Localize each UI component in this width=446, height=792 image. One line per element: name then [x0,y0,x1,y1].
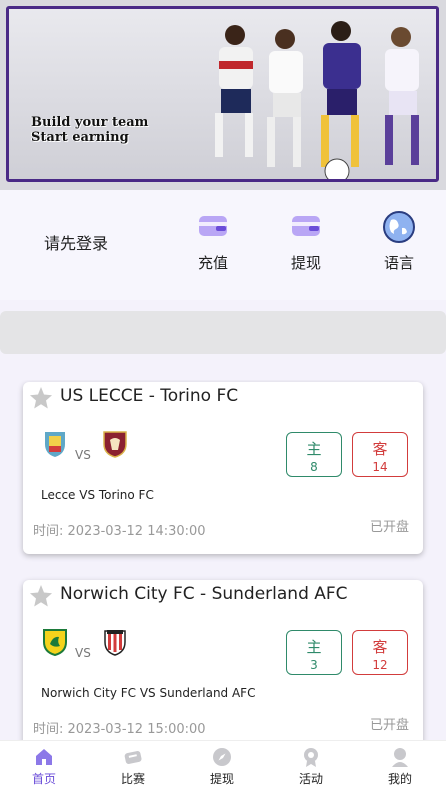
home-odds-button[interactable]: 主 8 [286,432,342,477]
tab-matches[interactable]: 比赛 [103,747,163,787]
tab-activity-label: 活动 [298,772,323,786]
account-panel: 请先登录 充值 提现 语言 [0,190,446,300]
favorite-star-icon[interactable] [29,386,53,410]
away-odds-button[interactable]: 客 12 [352,630,408,675]
norwich-logo-icon [43,629,67,656]
tab-withdraw-label: 提现 [209,772,234,786]
tab-activity[interactable]: 活动 [281,747,341,787]
match-teams: Norwich City FC VS Sunderland AFC [41,686,256,700]
match-status: 已开盘 [369,520,409,535]
away-odds-button[interactable]: 客 14 [352,432,408,477]
home-odds-label: 主 [306,440,322,458]
compass-icon [213,748,231,766]
tab-matches-label: 比赛 [120,772,145,786]
football-players-illustration [215,21,419,179]
notice-bar[interactable] [0,311,446,354]
tab-mine-label: 我的 [387,772,412,786]
away-odds-label: 客 [372,440,388,458]
home-odds-button[interactable]: 主 3 [286,630,342,675]
torino-logo-icon [103,431,127,458]
match-title: Norwich City FC - Sunderland AFC [60,584,348,604]
match-title: US LECCE - Torino FC [60,386,239,406]
match-teams: Lecce VS Torino FC [41,488,154,502]
medal-icon [304,748,318,767]
home-odds-value: 3 [310,658,318,672]
home-icon [36,749,52,765]
banner-line-1: Build your team [31,115,149,130]
banner-line-2: Start earning [31,130,129,145]
sunderland-logo-icon [104,630,126,656]
match-status: 已开盘 [369,718,409,733]
recharge-label: 充值 [197,254,228,272]
login-prompt[interactable]: 请先登录 [44,230,108,254]
promo-banner[interactable]: Build your team Start earning [0,0,446,190]
ticket-icon [124,751,142,764]
withdraw-button[interactable]: 提现 [276,214,336,273]
home-odds-value: 8 [310,460,318,474]
home-odds-label: 主 [306,638,322,656]
away-odds-label: 客 [372,638,388,656]
user-icon [392,748,408,767]
match-list[interactable]: US LECCE - Torino FC VS 主 8 客 14 Lecce V… [0,380,446,740]
language-button[interactable]: 语言 [369,211,429,273]
withdraw-label: 提现 [290,254,321,272]
wallet-icon [199,216,227,236]
lecce-logo-icon [45,432,65,457]
away-odds-value: 14 [372,460,388,474]
tab-mine[interactable]: 我的 [370,747,430,787]
language-label: 语言 [383,254,414,272]
bottom-tab-bar: 首页 比赛 提现 活动 我的 [0,740,446,792]
match-time: 时间: 2023-03-12 15:00:00 [33,722,206,737]
wallet-icon [292,216,320,236]
recharge-button[interactable]: 充值 [183,214,243,273]
match-card[interactable]: Norwich City FC - Sunderland AFC VS 主 3 … [23,580,423,740]
vs-text: VS [75,448,91,462]
banner-image: Build your team Start earning [6,6,439,182]
tab-home[interactable]: 首页 [14,747,74,787]
favorite-star-icon[interactable] [29,584,53,608]
tab-withdraw[interactable]: 提现 [192,747,252,787]
vs-text: VS [75,646,91,660]
away-odds-value: 12 [372,658,388,672]
banner-slogan: Build your team Start earning [31,115,148,145]
match-time: 时间: 2023-03-12 14:30:00 [33,524,206,539]
globe-icon [383,211,415,243]
match-card[interactable]: US LECCE - Torino FC VS 主 8 客 14 Lecce V… [23,382,423,554]
tab-home-label: 首页 [31,772,56,786]
